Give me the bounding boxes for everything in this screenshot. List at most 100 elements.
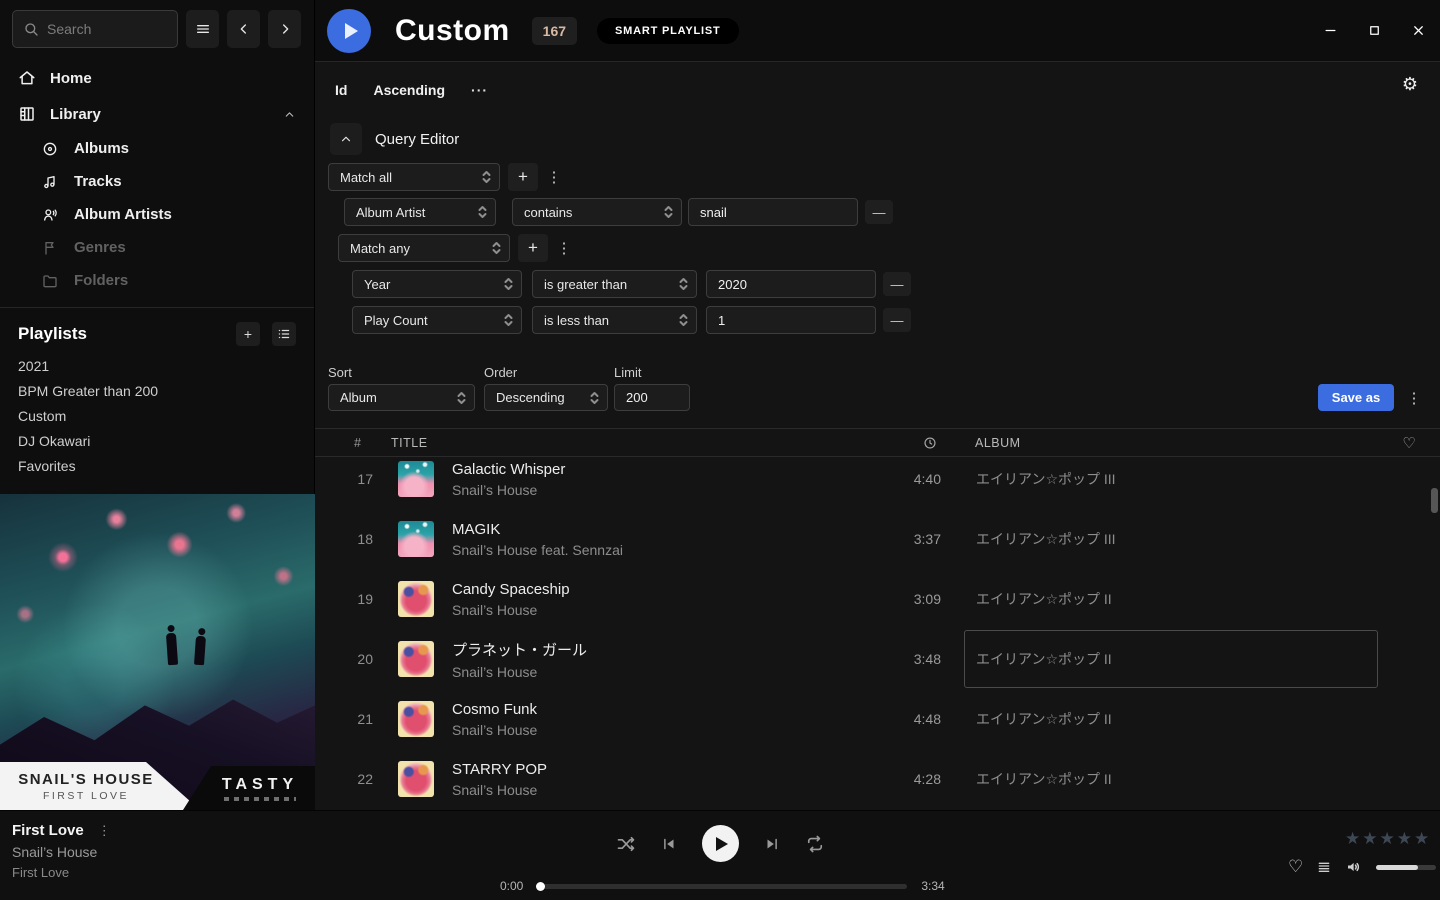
add-rule-button-group-2[interactable]: +: [518, 234, 548, 262]
remove-rule-button[interactable]: —: [883, 272, 911, 296]
sort-label: Sort: [328, 365, 352, 380]
track-album[interactable]: エイリアン☆ポップ II: [964, 570, 1378, 628]
more-options-button[interactable]: ···: [471, 82, 488, 98]
now-playing-album-art[interactable]: SNAIL'S HOUSE FIRST LOVE TASTY: [0, 494, 315, 810]
limit-input[interactable]: [614, 384, 690, 411]
track-album[interactable]: エイリアン☆ポップ II: [964, 750, 1378, 808]
rating-stars[interactable]: ★ ★ ★ ★ ★: [1345, 829, 1429, 849]
seek-knob[interactable]: [536, 882, 545, 891]
sidebar-item-tracks[interactable]: Tracks: [0, 165, 314, 198]
playlist-item[interactable]: Custom: [0, 404, 314, 429]
query-editor-collapse-button[interactable]: [330, 123, 362, 155]
match-select-group-1[interactable]: Match all: [328, 163, 500, 191]
track-artist: Snail’s House feat. Sennzai: [452, 542, 861, 558]
player-bar: First Love ⋮ Snail’s House First Love: [0, 810, 1440, 900]
group-1-menu-button[interactable]: ⋮: [545, 163, 563, 191]
sidebar-item-home[interactable]: Home: [0, 60, 314, 96]
playlist-list-button[interactable]: [272, 322, 296, 346]
table-row[interactable]: 20 プラネット・ガール Snail’s House 3:48 エイリアン☆ポッ…: [315, 629, 1440, 689]
nav-back-button[interactable]: [227, 10, 260, 48]
gear-icon: ⚙: [1402, 74, 1418, 94]
rule-value-input[interactable]: [688, 198, 858, 226]
column-header-duration[interactable]: [861, 436, 941, 450]
sidebar-item-albums[interactable]: Albums: [0, 132, 314, 165]
star-icon[interactable]: ★: [1362, 829, 1377, 849]
sort-field-button[interactable]: Id: [335, 82, 347, 98]
track-album[interactable]: エイリアン☆ポップ III: [964, 458, 1378, 508]
search-box[interactable]: [12, 10, 178, 48]
playlist-header: Custom 167 SMART PLAYLIST: [315, 0, 1440, 62]
scrollbar-thumb[interactable]: [1431, 488, 1438, 513]
rule-field-select[interactable]: Year: [352, 270, 522, 298]
playlist-item[interactable]: 2021: [0, 354, 314, 379]
add-rule-button-group-1[interactable]: +: [508, 163, 538, 191]
query-menu-button[interactable]: ⋮: [1405, 384, 1423, 412]
chevron-up-icon: [339, 132, 353, 146]
album-art-banner-white: SNAIL'S HOUSE FIRST LOVE: [0, 762, 210, 810]
remove-rule-button[interactable]: —: [883, 308, 911, 332]
favorite-button[interactable]: ♡: [1288, 857, 1303, 877]
star-icon[interactable]: ★: [1414, 829, 1429, 849]
volume-button[interactable]: [1345, 858, 1363, 876]
add-playlist-button[interactable]: +: [236, 322, 260, 346]
remove-rule-button[interactable]: —: [865, 200, 893, 224]
sidebar-item-folders[interactable]: Folders: [0, 264, 314, 297]
table-row[interactable]: 18 MAGIK Snail’s House feat. Sennzai 3:3…: [315, 509, 1440, 569]
rule-value-input[interactable]: [706, 270, 876, 298]
sort-select[interactable]: Album: [328, 384, 475, 411]
sidebar-item-genres[interactable]: Genres: [0, 231, 314, 264]
track-album[interactable]: エイリアン☆ポップ III: [964, 510, 1378, 568]
column-header-favorite[interactable]: ♡: [1378, 434, 1440, 452]
star-icon[interactable]: ★: [1345, 829, 1360, 849]
playlist-item[interactable]: DJ Okawari: [0, 429, 314, 454]
rule-field-select[interactable]: Play Count: [352, 306, 522, 334]
total-time: 3:34: [921, 879, 944, 893]
seek-slider[interactable]: [537, 884, 907, 889]
rule-operator-select[interactable]: is less than: [532, 306, 697, 334]
sidebar-item-library[interactable]: Library: [0, 96, 314, 132]
star-icon[interactable]: ★: [1397, 829, 1412, 849]
track-album-focused[interactable]: エイリアン☆ポップ II: [964, 630, 1378, 688]
playlist-item[interactable]: BPM Greater than 200: [0, 379, 314, 404]
track-album[interactable]: エイリアン☆ポップ II: [964, 690, 1378, 748]
star-icon[interactable]: ★: [1380, 829, 1395, 849]
nav-forward-button[interactable]: [268, 10, 301, 48]
column-header-title[interactable]: TITLE: [373, 436, 861, 450]
search-input[interactable]: [47, 21, 167, 37]
queue-button[interactable]: [1316, 859, 1332, 875]
column-header-album[interactable]: ALBUM: [964, 436, 1378, 450]
music-note-icon: [42, 174, 58, 190]
repeat-button[interactable]: [805, 834, 825, 854]
table-row[interactable]: 22 STARRY POP Snail’s House 4:28 エイリアン☆ポ…: [315, 749, 1440, 809]
sidebar-item-album-artists[interactable]: Album Artists: [0, 198, 314, 231]
play-playlist-button[interactable]: [327, 9, 371, 53]
track-number: 20: [315, 651, 373, 667]
shuffle-button[interactable]: [616, 834, 636, 854]
window-maximize-button[interactable]: [1352, 9, 1396, 53]
window-close-button[interactable]: [1396, 9, 1440, 53]
now-playing-album: First Love: [12, 865, 111, 880]
album-art-artist: SNAIL'S HOUSE: [6, 771, 166, 788]
track-duration: 3:48: [861, 651, 941, 667]
table-row[interactable]: 19 Candy Spaceship Snail’s House 3:09 エイ…: [315, 569, 1440, 629]
list-toolbar: Id Ascending ··· ⚙: [315, 62, 1440, 118]
group-2-menu-button[interactable]: ⋮: [555, 234, 573, 262]
match-select-group-2[interactable]: Match any: [338, 234, 510, 262]
order-select[interactable]: Descending: [484, 384, 608, 411]
rule-field-select[interactable]: Album Artist: [344, 198, 496, 226]
playlist-item[interactable]: Favorites: [0, 454, 314, 479]
rule-operator-select[interactable]: is greater than: [532, 270, 697, 298]
rule-value-input[interactable]: [706, 306, 876, 334]
table-row[interactable]: 17 Galactic Whisper Snail’s House 4:40 エ…: [315, 458, 1440, 509]
next-track-button[interactable]: [763, 835, 781, 853]
save-as-button[interactable]: Save as: [1318, 384, 1394, 411]
rule-operator-select[interactable]: contains: [512, 198, 682, 226]
sort-direction-button[interactable]: Ascending: [373, 82, 445, 98]
menu-button[interactable]: [186, 10, 219, 48]
settings-button[interactable]: ⚙: [1402, 74, 1418, 95]
table-row[interactable]: 21 Cosmo Funk Snail’s House 4:48 エイリアン☆ポ…: [315, 689, 1440, 749]
previous-track-button[interactable]: [660, 835, 678, 853]
window-minimize-button[interactable]: [1308, 9, 1352, 53]
volume-slider[interactable]: [1376, 865, 1436, 870]
play-pause-button[interactable]: [702, 825, 739, 862]
